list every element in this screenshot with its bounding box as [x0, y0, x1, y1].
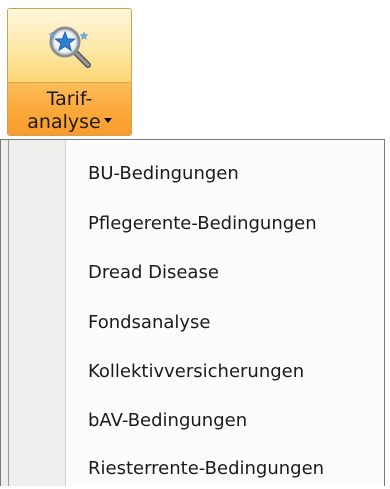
tarifanalyse-label-text: analyse: [27, 111, 101, 133]
menu-item-label: Kollektivversicherungen: [88, 361, 305, 382]
menu-item-label: bAV-Bedingungen: [88, 410, 248, 431]
menu-item-label: BU-Bedingungen: [88, 163, 239, 184]
menu-item-bu-bedingungen[interactable]: BU-Bedingungen: [2, 154, 383, 194]
menu-item-fondsanalyse[interactable]: Fondsanalyse: [2, 303, 383, 343]
chevron-down-icon: [103, 118, 112, 123]
menu-item-pflegerente-bedingungen[interactable]: Pflegerente-Bedingungen: [2, 204, 383, 244]
menu-item-label: Pflegerente-Bedingungen: [88, 213, 317, 234]
magnifier-star-icon: [48, 26, 91, 68]
tarifanalyse-dropdown-menu: BU-Bedingungen Pflegerente-Bedingungen D…: [0, 139, 385, 486]
tarifanalyse-label-line1: Tarif-: [46, 88, 93, 110]
tarifanalyse-label-line2: analyse: [8, 111, 131, 133]
menu-item-kollektivversicherungen[interactable]: Kollektivversicherungen: [2, 352, 383, 392]
tarifanalyse-dropdown-area[interactable]: Tarif- analyse: [8, 83, 131, 135]
menu-item-dread-disease[interactable]: Dread Disease: [2, 253, 383, 293]
tarifanalyse-button[interactable]: Tarif- analyse: [7, 8, 132, 136]
menu-item-label: Riesterrente-Bedingungen: [88, 458, 325, 479]
menu-item-bav-bedingungen[interactable]: bAV-Bedingungen: [2, 401, 383, 441]
tarifanalyse-icon-area[interactable]: [8, 9, 131, 83]
menu-item-riesterrente-bedingungen[interactable]: Riesterrente-Bedingungen: [2, 449, 383, 489]
menu-item-label: Dread Disease: [88, 262, 219, 283]
menu-item-label: Fondsanalyse: [88, 312, 211, 333]
